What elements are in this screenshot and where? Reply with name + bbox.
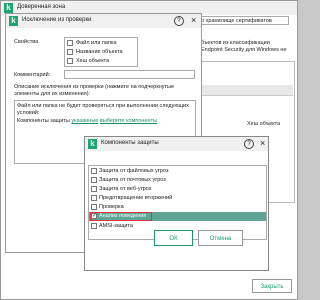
certificates-tab-label: ю хранилище сертификатов (200, 18, 272, 24)
cancel-button[interactable]: Отмена (198, 230, 243, 246)
ok-button[interactable]: ОК (154, 230, 193, 246)
components-line: Компоненты защиты указанные выберите ком… (17, 118, 158, 124)
checkbox[interactable] (91, 195, 97, 201)
components-list: Защита от файловых угроз Защита от почто… (88, 165, 267, 240)
exclusion-dialog-titlebar: k Исключение из проверки ? × (6, 14, 201, 28)
kaspersky-logo-icon: k (9, 16, 18, 26)
description-line-1: Файл или папка не будет проверяться при … (17, 103, 189, 109)
help-icon[interactable]: ? (244, 139, 254, 149)
checkbox[interactable] (91, 223, 97, 229)
checkbox[interactable] (67, 58, 73, 64)
close-icon[interactable]: × (191, 15, 196, 25)
component-mail-threat-protection[interactable]: Защита от почтовых угроз (89, 176, 266, 184)
components-dialog-title: Компоненты защиты (101, 140, 159, 146)
certificates-tab[interactable]: ю хранилище сертификатов (197, 16, 289, 25)
description-label: Описание исключения из проверки (нажмите… (14, 84, 175, 97)
exclusion-dialog-title: Исключение из проверки (22, 17, 92, 23)
description-line-2: условий: (17, 110, 40, 116)
components-dialog-titlebar: k Компоненты защиты ? × (85, 137, 268, 151)
trusted-zone-title: Доверенная зона (17, 4, 66, 10)
component-scan[interactable]: Проверка (89, 203, 266, 211)
checkbox[interactable] (91, 168, 97, 174)
table-header-band (201, 85, 293, 96)
trusted-zone-text-2: Endpoint Security для Windows не (201, 47, 287, 53)
column-hash: Хеш объекта (247, 121, 281, 127)
specified-link[interactable]: указанные (71, 118, 98, 124)
trusted-zone-text-1: бъектов из классификации (201, 40, 270, 46)
checkbox[interactable] (67, 40, 73, 46)
checkbox-checked[interactable]: ✓ (91, 213, 97, 219)
select-components-link[interactable]: выберите компоненты (100, 118, 157, 124)
checkbox[interactable] (67, 49, 73, 55)
properties-list: Файл или папка Название объекта Хеш объе… (64, 37, 138, 67)
properties-label: Свойства (14, 39, 39, 45)
comment-label: Комментарий: (14, 72, 51, 78)
component-behavior-detection[interactable]: ✓ Анализ поведения (89, 212, 266, 221)
component-web-threat-protection[interactable]: Защита от веб-угроз (89, 185, 266, 193)
checkbox[interactable] (91, 186, 97, 192)
comment-input[interactable] (64, 70, 195, 79)
kaspersky-logo-icon: k (88, 139, 97, 149)
close-button[interactable]: Закрыть (252, 279, 292, 293)
component-intrusion-prevention[interactable]: Предотвращение вторжений (89, 194, 266, 202)
components-dialog: k Компоненты защиты ? × Защита от файлов… (84, 136, 269, 271)
checkbox[interactable] (91, 177, 97, 183)
kaspersky-logo-icon: k (4, 3, 13, 13)
component-amsi-protection[interactable]: AMSI-защита (89, 222, 266, 230)
component-file-threat-protection[interactable]: Защита от файловых угроз (89, 167, 266, 175)
help-icon[interactable]: ? (174, 16, 184, 26)
checkbox[interactable] (91, 204, 97, 210)
close-icon[interactable]: × (260, 138, 265, 148)
